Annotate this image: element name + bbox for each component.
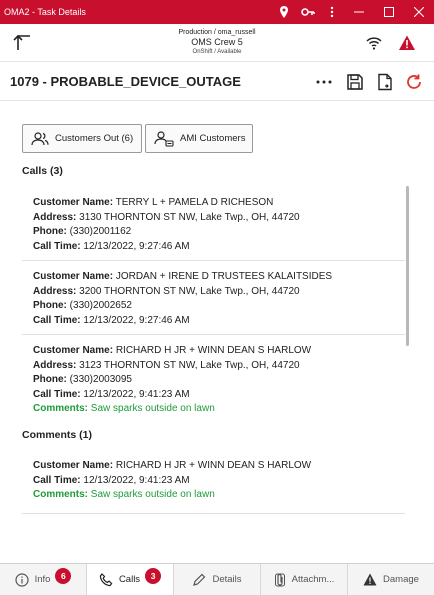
calls-scrollbar[interactable] — [406, 186, 409, 346]
calls-heading: Calls (3) — [22, 165, 63, 177]
call-address: Address: 3123 THORNTON ST NW, Lake Twp.,… — [33, 359, 300, 371]
tab-attachments[interactable]: Attachm... — [261, 564, 348, 595]
call-card[interactable]: Customer Name: TERRY L + PAMELA D RICHES… — [22, 186, 405, 261]
tab-damage[interactable]: Damage — [348, 564, 434, 595]
close-button[interactable] — [404, 0, 434, 24]
call-customer-name: Customer Name: JORDAN + IRENE D TRUSTEES… — [33, 271, 333, 282]
bottom-tab-bar: Info 6 Calls 3 Details Attachm... Damage — [0, 563, 434, 595]
tab-attachments-label: Attachm... — [291, 574, 335, 585]
tab-damage-label: Damage — [383, 574, 419, 585]
tab-calls-label: Calls — [118, 574, 141, 585]
customers-out-label: Customers Out (6) — [55, 133, 134, 144]
crew-name: OMS Crew 5 — [191, 37, 243, 47]
call-phone: Phone: (330)2001162 — [33, 226, 132, 237]
call-customer-name: Customer Name: RICHARD H JR + WINN DEAN … — [33, 345, 312, 356]
tab-info[interactable]: Info 6 — [0, 564, 87, 595]
ami-customers-button[interactable]: AMI Customers — [145, 124, 253, 153]
call-address: Address: 3200 THORNTON ST NW, Lake Twp.,… — [33, 285, 300, 297]
users-icon — [31, 131, 49, 145]
wifi-icon — [365, 34, 383, 52]
calls-count-badge: 3 — [145, 567, 162, 584]
more-icon[interactable] — [314, 73, 334, 91]
comments-heading: Comments (1) — [22, 429, 93, 441]
location-pin-icon[interactable] — [272, 0, 296, 24]
task-toolbar: 1079 - PROBABLE_DEVICE_OUTAGE — [0, 63, 434, 101]
info-count-badge: 6 — [55, 567, 72, 584]
comment-card[interactable]: Customer Name: RICHARD H JR + WINN DEAN … — [22, 452, 405, 514]
call-address: Address: 3130 THORNTON ST NW, Lake Twp.,… — [33, 211, 300, 223]
comment-call-time: Call Time: 12/13/2022, 9:41:23 AM — [33, 474, 190, 486]
call-phone: Phone: (330)2003095 — [33, 374, 132, 385]
warning-icon — [363, 573, 377, 586]
environment-user: Production / oma_russell — [178, 29, 256, 36]
call-card[interactable]: Customer Name: JORDAN + IRENE D TRUSTEES… — [22, 260, 405, 335]
tab-calls[interactable]: Calls 3 — [87, 564, 174, 595]
call-time: Call Time: 12/13/2022, 9:27:46 AM — [33, 240, 190, 252]
save-icon[interactable] — [346, 73, 364, 91]
calls-list[interactable]: Customer Name: TERRY L + PAMELA D RICHES… — [22, 186, 412, 418]
call-card[interactable]: Customer Name: RICHARD H JR + WINN DEAN … — [22, 334, 405, 418]
call-customer-name: Customer Name: TERRY L + PAMELA D RICHES… — [33, 197, 274, 208]
tab-details[interactable]: Details — [174, 564, 261, 595]
call-time: Call Time: 12/13/2022, 9:41:23 AM — [33, 388, 190, 400]
ami-customers-label: AMI Customers — [180, 133, 246, 144]
back-arrow-icon[interactable] — [12, 32, 34, 54]
maximize-button[interactable] — [374, 0, 404, 24]
window-titlebar: OMA2 - Task Details — [0, 0, 434, 24]
minimize-button[interactable] — [344, 0, 374, 24]
crew-status: OnShift / Available — [192, 49, 242, 55]
document-icon[interactable] — [376, 73, 394, 91]
comment-customer-name: Customer Name: RICHARD H JR + WINN DEAN … — [33, 460, 312, 471]
comment-text: Comments: Saw sparks outside on lawn — [33, 489, 215, 500]
phone-icon — [99, 572, 113, 586]
pencil-icon — [193, 573, 206, 586]
warning-icon[interactable] — [398, 34, 416, 52]
refresh-icon[interactable] — [405, 73, 423, 91]
customers-out-button[interactable]: Customers Out (6) — [22, 124, 142, 153]
tab-details-label: Details — [212, 574, 242, 585]
call-time: Call Time: 12/13/2022, 9:27:46 AM — [33, 314, 190, 326]
users-meter-icon — [154, 130, 174, 147]
task-title: 1079 - PROBABLE_DEVICE_OUTAGE — [10, 74, 241, 89]
kebab-menu-icon[interactable] — [320, 0, 344, 24]
call-phone: Phone: (330)2002652 — [33, 300, 132, 311]
info-icon — [14, 572, 29, 587]
tab-info-label: Info — [34, 574, 51, 585]
crew-info: Production / oma_russell OMS Crew 5 OnSh… — [100, 28, 334, 56]
call-comments: Comments: Saw sparks outside on lawn — [33, 403, 215, 414]
key-icon[interactable] — [296, 0, 320, 24]
app-header: Production / oma_russell OMS Crew 5 OnSh… — [0, 24, 434, 62]
paperclip-icon — [274, 573, 285, 586]
window-title: OMA2 - Task Details — [4, 7, 86, 17]
